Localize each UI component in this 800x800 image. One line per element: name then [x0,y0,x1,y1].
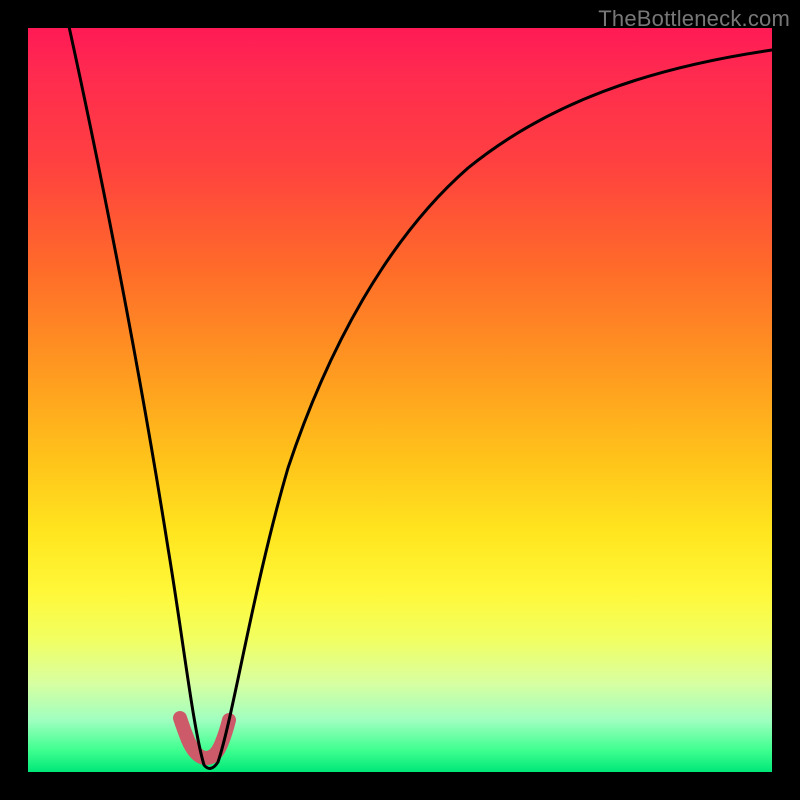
chart-frame: TheBottleneck.com [0,0,800,800]
bottleneck-curve [68,28,772,768]
curve-layer [28,28,772,772]
plot-area [28,28,772,772]
watermark-text: TheBottleneck.com [598,6,790,32]
